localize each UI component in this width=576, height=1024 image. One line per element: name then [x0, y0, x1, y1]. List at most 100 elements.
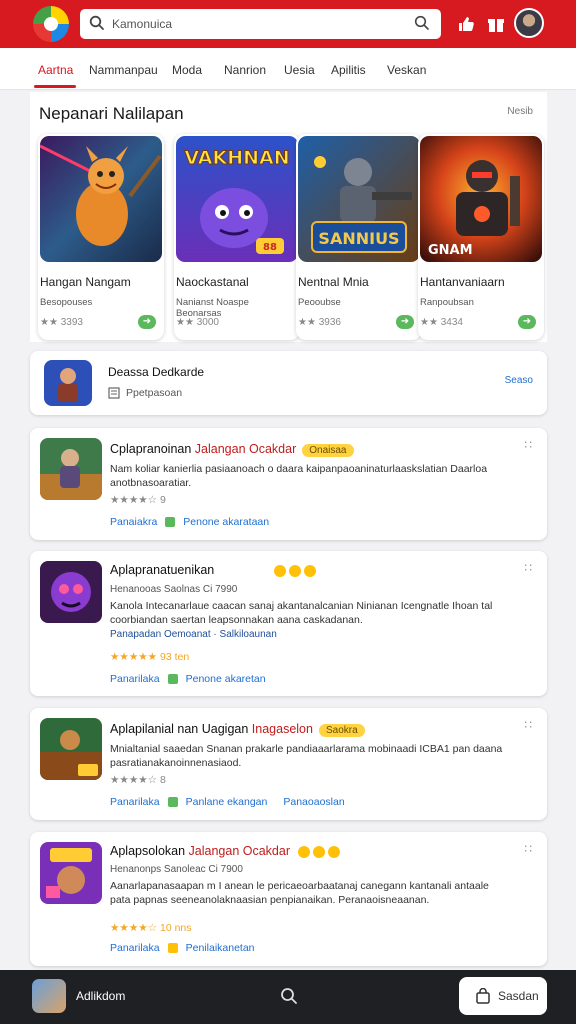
game-card[interactable]: Hangan Nangam Besopouses ★★ 3393 ➜: [38, 134, 164, 340]
search-submit-icon[interactable]: [414, 15, 430, 31]
game-subtitle: Peooubse: [298, 297, 341, 308]
search-bar[interactable]: Kamonuica: [80, 9, 441, 39]
app-card[interactable]: Cplapranoinan Jalangan Ocakdar Onaisaa ∷ …: [30, 428, 547, 540]
app-rating: ★★★★☆ 8: [110, 774, 166, 786]
leaf-icon: [165, 517, 176, 528]
primary-action-label: Sasdan: [498, 989, 539, 1003]
app-card[interactable]: Aplapranatuenikan ∷ Henanooas Saolnas Ci…: [30, 551, 547, 696]
game-name: Hangan Nangam: [40, 275, 131, 289]
app-meta: Henanonps Sanoleac Ci 7900: [110, 864, 243, 875]
app-rating: ★★★★★ 93 ten: [110, 651, 190, 663]
category-tabs: Aartna Nammanpau Moda Nanrion Uesia Apil…: [0, 48, 576, 90]
action-link[interactable]: Penone akarataan: [183, 516, 269, 528]
game-rating: ★★ 3936: [298, 317, 341, 328]
app-icon: [40, 561, 102, 623]
app-actions: Panarilaka Penilaikanetan: [110, 942, 255, 954]
gift-icon[interactable]: [486, 14, 506, 34]
app-title: Aplapsolokan Jalangan Ocakdar: [110, 844, 340, 858]
game-art-1: [40, 136, 162, 262]
app-rating: ★★★★☆ 10 nns: [110, 922, 192, 934]
more-options-icon[interactable]: ∷: [524, 561, 533, 575]
app-actions: Panarilaka Panlane ekangan Panaoaoslan: [110, 796, 345, 808]
app-icon: [40, 842, 102, 904]
document-icon: [108, 387, 120, 399]
app-description: Nam koliar kanierlia pasiaanoach o daara…: [110, 463, 488, 490]
game-card[interactable]: GNAM Hantanvaniaarn Ranpoubsan ★★ 3434 ➜: [418, 134, 544, 340]
app-logo[interactable]: [33, 6, 69, 42]
search-input[interactable]: Kamonuica: [112, 17, 172, 31]
game-art-4-text: GNAM: [428, 243, 473, 258]
tab-2[interactable]: Moda: [172, 63, 202, 77]
game-card[interactable]: VAKHNAN 88 Naockastanal Nanianst Noaspe …: [174, 134, 300, 340]
more-options-icon[interactable]: ∷: [524, 718, 533, 732]
active-tab-indicator: [34, 85, 76, 88]
promo-action[interactable]: Seaso: [505, 375, 533, 386]
user-avatar[interactable]: [514, 8, 544, 38]
leaf-icon: [167, 797, 178, 808]
action-link[interactable]: Panaoaoslan: [283, 796, 344, 808]
install-button[interactable]: ➜: [138, 315, 156, 329]
app-actions: Panaiakra Penone akarataan: [110, 516, 269, 528]
thumbs-up-icon[interactable]: [456, 14, 476, 34]
action-link[interactable]: Panarilaka: [110, 796, 160, 808]
section-title: Nepanari Nalilapan: [39, 104, 184, 123]
promo-icon: [44, 360, 92, 406]
tab-6[interactable]: Veskan: [387, 63, 426, 77]
game-name: Hantanvaniaarn: [420, 275, 505, 289]
game-card[interactable]: SANNIUS Nentnal Mnia Peooubse ★★ 3936 ➜: [296, 134, 422, 340]
app-description: Kanola Intecanarlaue caacan sanaj akanta…: [110, 600, 493, 627]
promo-subtitle: Ppetpasoan: [126, 387, 183, 399]
app-actions: Panarilaka Penone akaretan: [110, 673, 266, 685]
app-icon: [40, 718, 102, 780]
game-name: Naockastanal: [176, 275, 249, 289]
search-icon[interactable]: [280, 987, 298, 1005]
profile-name[interactable]: Adlikdom: [76, 989, 125, 1003]
promo-card[interactable]: Deassa Dedkarde Ppetpasoan Seaso: [30, 351, 547, 415]
leaf-icon: [167, 674, 178, 685]
game-rating: ★★ 3434: [420, 317, 463, 328]
app-description: Aanarlapanasaapan m I anean le pericaeoa…: [110, 880, 489, 907]
app-badge: Saokra: [318, 724, 365, 737]
game-subtitle: Besopouses: [40, 297, 93, 308]
action-link[interactable]: Panarilaka: [110, 942, 160, 954]
action-link[interactable]: Panlane ekangan: [186, 796, 268, 808]
app-rating: ★★★★☆ 9: [110, 494, 166, 506]
app-title: Aplapranatuenikan: [110, 563, 317, 577]
game-rating: ★★ 3393: [40, 317, 83, 328]
app-meta: Henanooas Saolnas Ci 7990: [110, 584, 238, 595]
tab-0[interactable]: Aartna: [38, 63, 73, 77]
tab-3[interactable]: Nanrion: [224, 63, 266, 77]
more-options-icon[interactable]: ∷: [524, 842, 533, 856]
app-title: Aplapilanial nan Uagigan Inagaselon Saokr…: [110, 722, 365, 737]
search-icon: [89, 15, 104, 30]
profile-avatar[interactable]: [32, 979, 66, 1013]
app-title: Cplapranoinan Jalangan Ocakdar Onaisaa: [110, 442, 354, 457]
promo-title: Deassa Dedkarde: [108, 365, 205, 379]
more-options-icon[interactable]: ∷: [524, 438, 533, 452]
bottom-bar: Adlikdom Sasdan: [0, 970, 576, 1024]
game-art-2: VAKHNAN 88: [176, 136, 298, 262]
install-button[interactable]: ➜: [396, 315, 414, 329]
game-art-2-text: VAKHNAN: [184, 147, 289, 169]
tab-4[interactable]: Uesia: [284, 63, 315, 77]
see-more-link[interactable]: Nesib: [507, 106, 533, 117]
install-button[interactable]: ➜: [518, 315, 536, 329]
action-link[interactable]: Penone akaretan: [186, 673, 266, 685]
app-tags[interactable]: Panapadan Oemoanat · Salkiloaunan: [110, 629, 277, 640]
action-link[interactable]: Panaiakra: [110, 516, 157, 528]
game-art-3: SANNIUS: [298, 136, 420, 262]
app-description: Mnialtanial saaedan Snanan prakarle pand…: [110, 743, 503, 770]
app-card[interactable]: Aplapilanial nan Uagigan Inagaselon Saokr…: [30, 708, 547, 820]
tab-1[interactable]: Nammanpau: [89, 63, 158, 77]
app-card[interactable]: Aplapsolokan Jalangan Ocakdar ∷ Henanonp…: [30, 832, 547, 966]
action-link[interactable]: Panarilaka: [110, 673, 160, 685]
top-app-bar: Kamonuica: [0, 0, 576, 48]
game-subtitle: Ranpoubsan: [420, 297, 474, 308]
bag-icon: [476, 988, 490, 1004]
game-art-4: GNAM: [420, 136, 542, 262]
game-rating: ★★ 3000: [176, 317, 219, 328]
primary-action-button[interactable]: Sasdan: [459, 977, 547, 1015]
game-art-3-text: SANNIUS: [318, 229, 399, 248]
tab-5[interactable]: Apilitis: [331, 63, 366, 77]
action-link[interactable]: Penilaikanetan: [186, 942, 255, 954]
